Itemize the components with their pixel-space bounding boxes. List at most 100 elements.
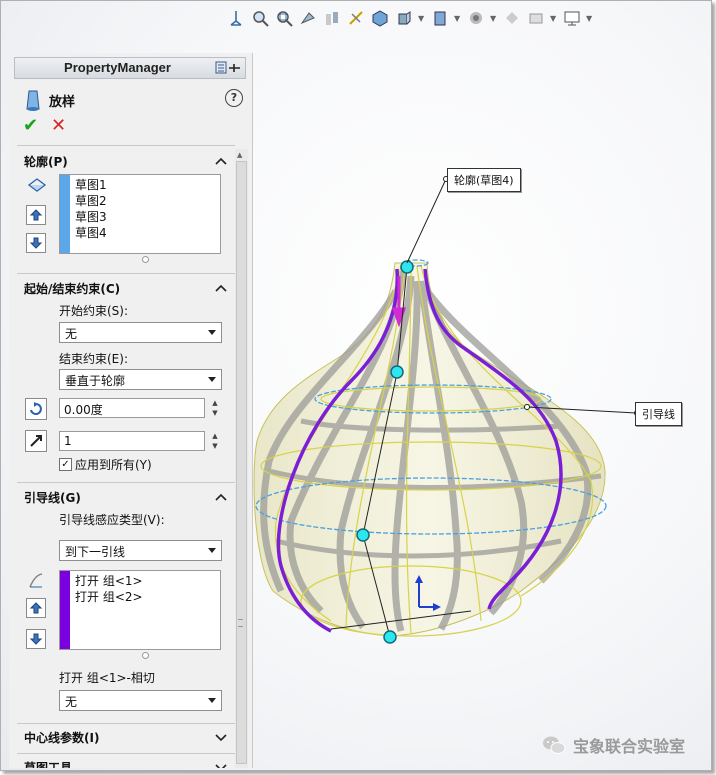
callout-leader [406,178,447,264]
end-constraint-label: 结束约束(E): [59,352,128,366]
dynamic-annotation-icon[interactable] [346,8,366,28]
guide-type-label: 引导线感应类型(V): [59,513,165,527]
help-icon[interactable]: ? [225,89,243,107]
guide-tangent-select[interactable]: 无 [59,690,222,711]
wechat-icon [543,736,566,754]
guide-move-up-button[interactable] [26,598,46,618]
scroll-thumb[interactable] [236,161,247,764]
edit-appearance-icon[interactable] [466,8,486,28]
tangent-length-input[interactable]: 1 ▲ ▼ [59,431,218,451]
profile-callout[interactable]: 轮廓(草图4) [447,168,521,192]
apply-scene-icon[interactable] [502,8,522,28]
divider [17,145,235,146]
arrow-up-icon [29,602,43,614]
display-style-dropdown-icon[interactable]: ▼ [418,8,426,28]
dropdown-arrow-icon [208,698,216,703]
collapse-chevron-icon[interactable] [215,156,227,166]
guide-type-select[interactable]: 到下一引线 [59,540,222,561]
profile-item[interactable]: 草图4 [75,225,107,241]
display-style-icon[interactable] [394,8,414,28]
pin-icon[interactable] [215,61,241,75]
view-render-icon[interactable] [526,8,546,28]
scroll-up-icon[interactable]: ▲ [237,151,242,159]
hide-show-items-icon[interactable] [430,8,450,28]
connector-handle[interactable] [390,365,404,379]
profile-item[interactable]: 草图1 [75,177,107,193]
previous-view-icon[interactable] [298,8,318,28]
list-resize-handle[interactable] [142,256,149,263]
feature-header: 放样 ? [23,89,243,111]
guides-color-strip [60,571,70,649]
view-orientation-icon[interactable] [226,8,246,28]
guide-item[interactable]: 打开 组<1> [75,573,143,589]
monitor-icon[interactable] [562,8,582,28]
guide-tangent-value: 无 [65,695,78,709]
angle-spinner-icon[interactable]: ▲ ▼ [208,399,222,417]
end-constraint-value: 垂直于轮廓 [65,374,126,388]
zoom-area-icon[interactable] [274,8,294,28]
collapse-chevron-icon[interactable] [215,283,227,293]
arrow-up-icon [29,209,43,221]
solidworks-window: ▼ ▼ ▼ ▼ ▼ PropertyManager 放样 ? ✔ ✕ 轮廓(P)… [0,0,712,771]
collapse-chevron-icon[interactable] [215,492,227,502]
move-down-button[interactable] [26,233,46,253]
expand-chevron-icon[interactable] [215,762,227,768]
tangent-length-value: 1 [64,434,72,448]
panel-scrollbar[interactable]: ▲ [235,149,248,768]
watermark-text: 宝象联合实验室 [573,737,686,756]
reverse-direction-button[interactable] [25,398,47,420]
zoom-to-fit-icon[interactable] [250,8,270,28]
cancel-button[interactable]: ✕ [51,115,66,136]
section-view-icon[interactable] [322,8,342,28]
move-up-button[interactable] [26,205,46,225]
guide-item[interactable]: 打开 组<2> [75,589,143,605]
guide-move-down-button[interactable] [26,629,46,649]
scroll-grip-icon [238,619,243,627]
divider [17,753,235,754]
start-constraint-select[interactable]: 无 [59,322,222,343]
apply-to-all-label: 应用到所有(Y) [75,458,152,472]
length-spinner-icon[interactable]: ▲ ▼ [208,432,222,450]
arrow-down-icon [29,633,43,645]
render-dropdown-icon[interactable]: ▼ [550,8,558,28]
connector-handle[interactable] [383,630,397,644]
divider [17,273,235,274]
guides-list[interactable]: 打开 组<1> 打开 组<2> [59,570,221,650]
guide-callout[interactable]: 引导线 [635,402,682,426]
centerline-section-title[interactable]: 中心线参数(I) [24,729,99,746]
profiles-color-strip [60,175,70,253]
draft-angle-input[interactable]: 0.00度 ▲ ▼ [59,398,218,418]
loft-feature-icon [26,90,40,111]
profile-selection-icon [27,178,47,192]
sketch-tools-section-title[interactable]: 草图工具 [24,759,72,768]
appearance-dropdown-icon[interactable]: ▼ [490,8,498,28]
connector-handle[interactable] [356,528,370,542]
feature-name: 放样 [49,95,76,110]
profiles-list[interactable]: 草图1 草图2 草图3 草图4 [59,174,221,254]
tangent-length-button[interactable] [25,430,47,452]
arrow-down-icon [29,237,43,249]
divider [17,723,235,724]
divider [17,482,235,483]
guide-tangent-label: 打开 组<1>-相切 [59,671,155,685]
ok-button[interactable]: ✔ [23,115,38,136]
dropdown-arrow-icon [208,548,216,553]
hide-show-dropdown-icon[interactable]: ▼ [454,8,462,28]
list-resize-handle[interactable] [142,652,149,659]
callout-anchor [524,404,530,410]
tangent-arrow-icon [30,435,42,447]
guide-curve-selection-icon [29,573,43,588]
dropdown-arrow-icon [208,330,216,335]
profiles-section-title[interactable]: 轮廓(P) [24,153,68,170]
guides-section-title[interactable]: 引导线(G) [24,489,81,506]
property-manager-title: PropertyManager [64,60,171,75]
profile-item[interactable]: 草图2 [75,193,107,209]
start-end-section-title[interactable]: 起始/结束约束(C) [24,280,120,297]
end-constraint-select[interactable]: 垂直于轮廓 [59,369,222,390]
expand-chevron-icon[interactable] [215,732,227,742]
draft-angle-value: 0.00度 [64,403,103,417]
apply-to-all-checkbox[interactable]: ✓ [59,458,72,471]
monitor-dropdown-icon[interactable]: ▼ [586,8,594,28]
view-settings-icon[interactable] [370,8,390,28]
profile-item[interactable]: 草图3 [75,209,107,225]
